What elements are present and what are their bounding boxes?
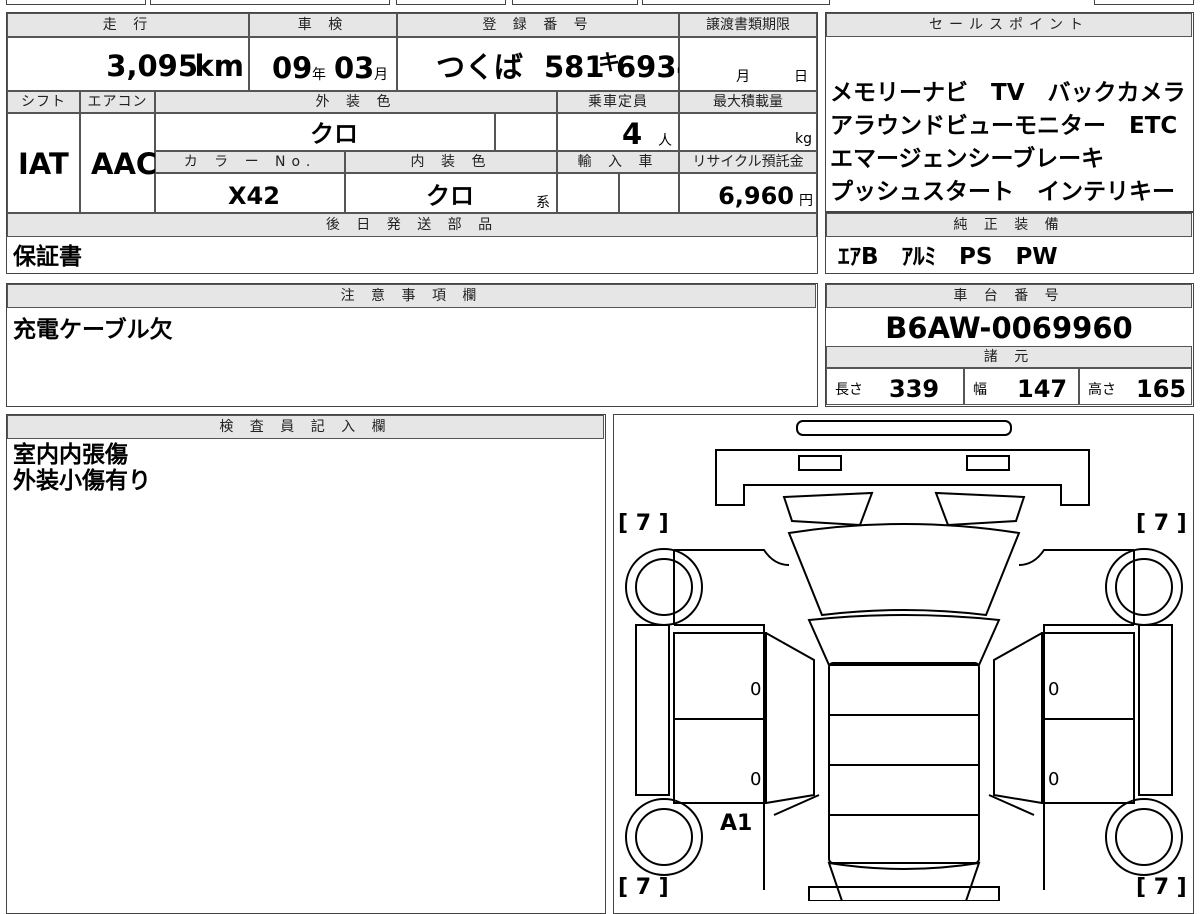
shift-cell: IAT bbox=[7, 113, 80, 213]
genuine-equipment-box: 純 正 装 備 ｴｱB ｱﾙﾐ PS PW bbox=[825, 212, 1194, 274]
exterior-color-value: クロ bbox=[310, 120, 358, 148]
spec-length-value: 339 bbox=[889, 375, 940, 403]
registration-area: つくば bbox=[436, 50, 524, 84]
aircon-header: エアコン bbox=[80, 91, 155, 113]
tire-mark-rear-left: [ 7 ] bbox=[618, 875, 669, 900]
sales-point-2: アラウンドビューモニター ETC bbox=[830, 113, 1178, 139]
color-no-value: X42 bbox=[228, 182, 280, 210]
inspector-header: 検 査 員 記 入 欄 bbox=[7, 415, 604, 439]
vehicle-info-grid: 走 行 車 検 登 録 番 号 譲渡書類期限 3,095 km 09 年 03 … bbox=[6, 12, 818, 274]
year-unit: 年 bbox=[312, 67, 326, 83]
spec-length-label: 長さ bbox=[835, 382, 863, 398]
notes-box: 注 意 事 項 欄 充電ケーブル欠 bbox=[6, 283, 818, 407]
tire-mark-front-right: [ 7 ] bbox=[1136, 511, 1187, 536]
aircon-value: AAC bbox=[91, 147, 158, 181]
interior-color-value: クロ bbox=[426, 182, 474, 210]
shift-value: IAT bbox=[18, 147, 69, 181]
max-load-header: 最大積載量 bbox=[679, 91, 817, 113]
tire-mark-rear-right: [ 7 ] bbox=[1136, 875, 1187, 900]
recycle-fee-value: 6,960 bbox=[718, 182, 794, 210]
registration-header: 登 録 番 号 bbox=[397, 13, 679, 37]
later-parts-header: 後 日 発 送 部 品 bbox=[7, 213, 817, 237]
spec-height-value: 165 bbox=[1136, 375, 1187, 403]
import-header: 輸 入 車 bbox=[557, 151, 679, 173]
registration-class: 581 bbox=[544, 50, 605, 84]
notes-value: 充電ケーブル欠 bbox=[13, 317, 173, 343]
genuine-equipment-value: ｴｱB ｱﾙﾐ PS PW bbox=[838, 244, 1058, 270]
interior-color-cell: クロ 系 bbox=[345, 173, 557, 213]
interior-color-suffix: 系 bbox=[536, 195, 550, 211]
chassis-no-header: 車 台 番 号 bbox=[826, 284, 1192, 308]
inspection-cell: 09 年 03 月 bbox=[249, 37, 397, 91]
capacity-unit: 人 bbox=[658, 133, 672, 149]
spec-width-value: 147 bbox=[1017, 375, 1068, 403]
notes-header: 注 意 事 項 欄 bbox=[7, 284, 816, 308]
chassis-no-value: B6AW-0069960 bbox=[885, 311, 1133, 345]
recycle-fee-header: リサイクル預託金 bbox=[679, 151, 817, 173]
top-cut-row bbox=[0, 0, 1200, 6]
exterior-color-extra bbox=[495, 113, 557, 151]
spec-width-label: 幅 bbox=[973, 382, 987, 398]
color-no-header: カ ラ ー No. bbox=[155, 151, 345, 173]
damage-mark-a1: A1 bbox=[720, 811, 753, 836]
aircon-cell: AAC bbox=[80, 113, 158, 213]
deadline-month-label: 月 bbox=[736, 69, 750, 85]
import-cell-b bbox=[619, 173, 679, 213]
inspection-header: 車 検 bbox=[249, 13, 397, 37]
mileage-cell: 3,095 km bbox=[7, 37, 249, 91]
capacity-value: 4 bbox=[622, 117, 643, 151]
recycle-fee-unit: 円 bbox=[799, 193, 813, 209]
door-mark-rear-left: 0 bbox=[750, 769, 762, 790]
spec-width-cell: 幅 147 bbox=[964, 368, 1079, 405]
import-cell-a bbox=[557, 173, 619, 213]
door-mark-front-left: 0 bbox=[750, 679, 762, 700]
inspection-month: 03 bbox=[334, 51, 375, 85]
month-unit: 月 bbox=[374, 67, 388, 83]
mileage-unit: km bbox=[194, 49, 244, 83]
max-load-unit: kg bbox=[795, 131, 812, 147]
sales-point-1: メモリーナビ TV バックカメラ bbox=[830, 80, 1186, 106]
specs-header: 諸 元 bbox=[826, 346, 1192, 368]
sales-point-3: エマージェンシーブレーキ bbox=[830, 146, 1105, 172]
door-mark-rear-right: 0 bbox=[1048, 769, 1060, 790]
car-body-diagram bbox=[625, 420, 1183, 901]
registration-cell: つくば 581 キ 6934 bbox=[397, 37, 697, 91]
deadline-day-label: 日 bbox=[794, 69, 808, 85]
inspector-note-1: 室内内張傷 bbox=[13, 442, 128, 468]
tire-mark-front-left: [ 7 ] bbox=[618, 511, 669, 536]
mileage-value: 3,095 bbox=[106, 49, 198, 83]
sales-point-4: プッシュスタート インテリキー bbox=[830, 179, 1175, 205]
chassis-box: 車 台 番 号 B6AW-0069960 諸 元 長さ 339 幅 147 高さ… bbox=[825, 283, 1194, 407]
sales-points-box: セールスポイント メモリーナビ TV バックカメラ アラウンドビューモニター E… bbox=[825, 12, 1194, 212]
color-no-cell: X42 bbox=[155, 173, 345, 213]
transfer-deadline-header: 譲渡書類期限 bbox=[679, 13, 817, 37]
inspector-box: 検 査 員 記 入 欄 室内内張傷 外装小傷有り bbox=[6, 414, 606, 914]
shift-header: シフト bbox=[7, 91, 80, 113]
spec-height-cell: 高さ 165 bbox=[1079, 368, 1192, 405]
car-diagram-box: [ 7 ] [ 7 ] [ 7 ] [ 7 ] 0 0 0 0 A1 bbox=[613, 414, 1194, 914]
capacity-cell: 4 人 bbox=[557, 113, 679, 151]
spec-height-label: 高さ bbox=[1088, 382, 1116, 398]
exterior-color-cell: クロ bbox=[155, 113, 495, 151]
spec-length-cell: 長さ 339 bbox=[826, 368, 964, 405]
exterior-color-header: 外 装 色 bbox=[155, 91, 557, 113]
later-parts-value: 保証書 bbox=[13, 244, 82, 270]
door-mark-front-right: 0 bbox=[1048, 679, 1060, 700]
inspection-year: 09 bbox=[272, 51, 313, 85]
interior-color-header: 内 装 色 bbox=[345, 151, 557, 173]
transfer-deadline-cell: 月 日 bbox=[679, 37, 817, 91]
sales-points-header: セールスポイント bbox=[826, 13, 1192, 37]
capacity-header: 乗車定員 bbox=[557, 91, 679, 113]
max-load-cell: kg bbox=[679, 113, 817, 151]
recycle-fee-cell: 6,960 円 bbox=[679, 173, 817, 213]
genuine-equipment-header: 純 正 装 備 bbox=[826, 213, 1192, 237]
mileage-header: 走 行 bbox=[7, 13, 249, 37]
inspector-note-2: 外装小傷有り bbox=[13, 468, 151, 494]
